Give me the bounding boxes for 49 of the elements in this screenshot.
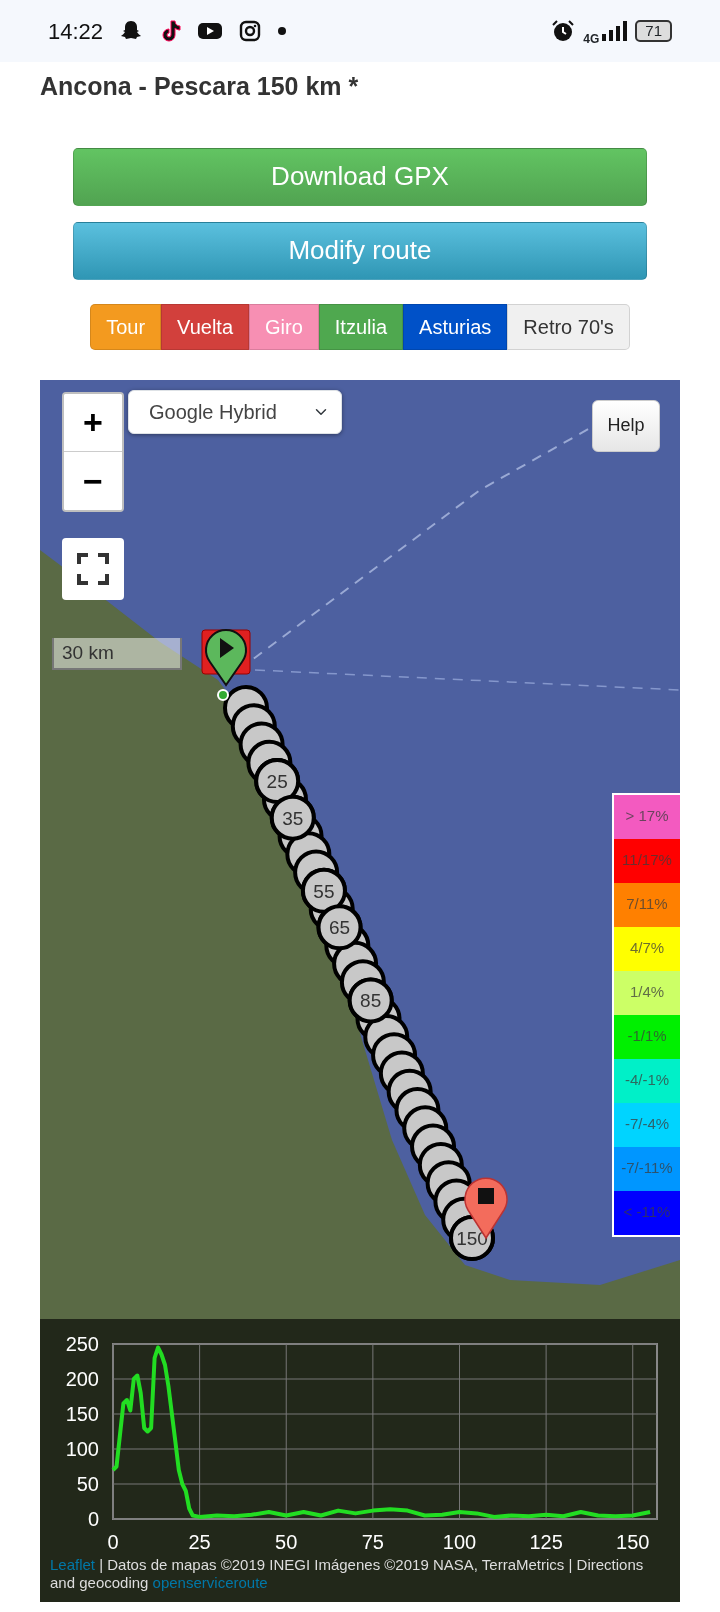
attribution-text: Leaflet | Datos de mapas ©2019 INEGI Imágenes ©2019 NASA, TerraMetrics | Directions and geocoding openserviceroute — [49, 1554, 645, 1593]
signal-icon — [601, 20, 628, 42]
legend-entry: -7/-11% — [614, 1146, 680, 1191]
zoom-in-button[interactable]: + — [64, 393, 122, 452]
battery-level: 71 — [635, 20, 672, 42]
modify-button[interactable]: Modify route — [73, 221, 647, 280]
download-button[interactable]: Download GPX — [73, 147, 647, 206]
page-title: Ancona - Pescara 150 km * — [40, 71, 360, 102]
attribution-link[interactable]: openserviceroute — [152, 1573, 268, 1591]
y-tick-label: 250 — [65, 1332, 99, 1355]
legend-entry: 1/4% — [614, 970, 680, 1015]
style-button[interactable]: Vuelta — [161, 303, 249, 350]
y-tick-label: 100 — [65, 1437, 99, 1460]
alarm-icon — [551, 19, 576, 43]
y-tick-label: 0 — [87, 1507, 99, 1530]
legend-entry: -4/-1% — [614, 1058, 680, 1103]
fullscreen-icon — [77, 552, 109, 585]
camera-icon — [239, 20, 262, 42]
y-tick-label: 50 — [76, 1472, 99, 1495]
legend-entry: > 17% — [614, 794, 680, 839]
layer-select[interactable]: Google Hybrid — [128, 389, 342, 434]
x-tick-label: 125 — [529, 1530, 563, 1553]
y-tick-label: 200 — [65, 1367, 99, 1390]
fullscreen-button[interactable] — [62, 537, 124, 600]
help-button[interactable]: Help — [592, 399, 660, 452]
style-button[interactable]: Retro 70's — [507, 303, 630, 350]
legend-entry: -7/-4% — [614, 1102, 680, 1147]
x-tick-label: 25 — [188, 1530, 211, 1553]
clock-time: 14:22 — [48, 17, 104, 46]
legend-entry: < -11% — [614, 1190, 680, 1235]
dot-icon — [277, 26, 288, 36]
legend-entry: 7/11% — [614, 882, 680, 927]
y-tick-label: 150 — [65, 1402, 99, 1425]
x-tick-label: 150 — [616, 1530, 650, 1553]
x-tick-label: 100 — [442, 1530, 477, 1553]
style-button[interactable]: Itzulia — [318, 303, 404, 350]
attribution-link[interactable]: Leaflet — [50, 1555, 96, 1573]
music-note-icon — [159, 19, 182, 43]
legend-entry: -1/1% — [614, 1014, 680, 1059]
x-tick-label: 0 — [107, 1530, 119, 1553]
map-scale: 30 km — [52, 637, 182, 670]
x-tick-label: 50 — [275, 1530, 298, 1553]
style-button[interactable]: Asturias — [403, 303, 508, 350]
legend-entry: 4/7% — [614, 926, 680, 971]
legend-entry: 11/17% — [614, 838, 680, 883]
play-icon — [197, 21, 224, 41]
start-pin-icon — [201, 628, 251, 701]
network-type: 4G — [583, 31, 600, 48]
x-tick-label: 75 — [361, 1530, 384, 1553]
